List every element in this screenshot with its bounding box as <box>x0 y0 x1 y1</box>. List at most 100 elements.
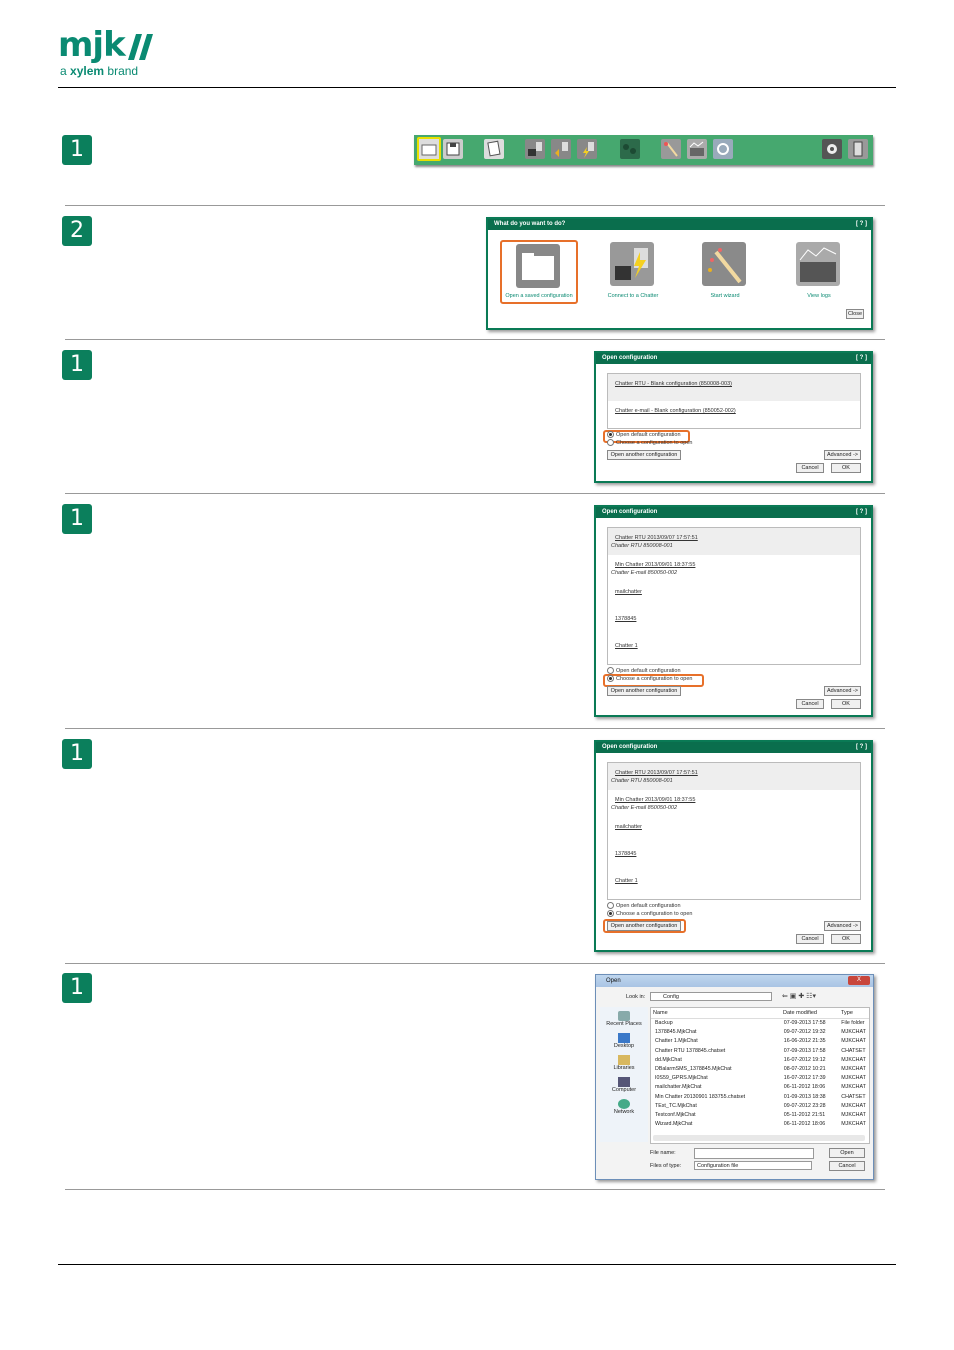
chatter-write-icon[interactable] <box>577 139 597 159</box>
file-row[interactable]: I0S59_GPRS.MjkChat 16-07-2012 17:39 MJKCHA… <box>651 1074 869 1083</box>
radio-icon[interactable] <box>607 675 614 683</box>
config-name[interactable]: Chatter 1 <box>608 642 860 650</box>
place-recent[interactable]: Recent Places <box>600 1011 648 1027</box>
list-item[interactable]: Chatter RTU 2013/09/07 17:57:51 Chatter R… <box>608 763 860 790</box>
cancel-button[interactable]: Cancel <box>796 463 824 473</box>
radio-icon[interactable] <box>607 902 614 910</box>
nav-icons[interactable]: ⇐ ▣ ✚ ☷▾ <box>782 992 822 1001</box>
phone-icon[interactable] <box>848 139 868 159</box>
network-icon[interactable] <box>620 139 640 159</box>
list-item[interactable]: mailchatter <box>608 817 860 844</box>
column-type[interactable]: Type <box>841 1008 869 1018</box>
open-button[interactable]: Open <box>829 1148 865 1158</box>
settings-icon[interactable] <box>822 139 842 159</box>
file-row[interactable]: Chatter 1.MjkChat 16-06-2012 21:35 MJKCHAT <box>651 1037 869 1046</box>
open-another-button[interactable]: Open another configuration <box>607 450 681 460</box>
file-row[interactable]: 1378845.MjkChat 09-07-2012 19:32 MJKCHAT <box>651 1028 869 1037</box>
cancel-button[interactable]: Cancel <box>796 699 824 709</box>
cancel-button[interactable]: Cancel <box>796 934 824 944</box>
radio-icon[interactable] <box>607 431 614 439</box>
list-item[interactable]: Chatter RTU - Blank configuration (85000… <box>608 374 860 401</box>
help-button[interactable]: [ ? ] <box>856 219 867 230</box>
column-name[interactable]: Name <box>651 1008 783 1018</box>
config-name[interactable]: Chatter RTU - Blank configuration (85000… <box>608 380 860 388</box>
file-row[interactable]: Backup 07-09-2013 17:58 File folder <box>651 1019 869 1028</box>
option-label[interactable]: Connect to a Chatter <box>596 293 670 299</box>
chatter-read-icon[interactable] <box>551 139 571 159</box>
properties-icon[interactable] <box>484 139 504 159</box>
option-label[interactable]: Start wizard <box>688 293 762 299</box>
logs-icon[interactable] <box>687 139 707 159</box>
file-row[interactable]: Testconf.MjkChat 05-11-2012 21:51 MJKCHAT <box>651 1111 869 1120</box>
place-libraries[interactable]: Libraries <box>600 1055 648 1071</box>
close-button[interactable]: Close <box>846 309 864 319</box>
start-wizard-icon[interactable] <box>702 242 746 286</box>
advanced-button[interactable]: Advanced -> <box>824 921 861 931</box>
ok-button[interactable]: OK <box>831 699 861 709</box>
connect-chatter-icon[interactable] <box>610 242 654 286</box>
close-icon[interactable]: X <box>848 976 870 985</box>
config-name[interactable]: 1378845 <box>608 850 860 858</box>
wizard-icon[interactable] <box>661 139 681 159</box>
file-row[interactable]: Chatter RTU 1378845.chatset 07-09-2013 17… <box>651 1047 869 1056</box>
file-row[interactable]: Min Chatter 20130901 183755.chatset 01-09… <box>651 1093 869 1102</box>
radio-icon[interactable] <box>607 910 614 918</box>
view-logs-icon[interactable] <box>796 242 840 286</box>
config-name[interactable]: mailchatter <box>608 588 860 596</box>
advanced-button[interactable]: Advanced -> <box>824 686 861 696</box>
config-name[interactable]: mailchatter <box>608 823 860 831</box>
radio-default[interactable]: Open default configuration <box>607 902 681 910</box>
file-name-input[interactable] <box>694 1148 814 1159</box>
config-name[interactable]: Chatter e-mail - Blank configuration (85… <box>608 407 860 415</box>
radio-choose[interactable]: Choose a configuration to open <box>607 675 692 683</box>
option-label[interactable]: View logs <box>782 293 856 299</box>
horizontal-scrollbar[interactable] <box>653 1135 865 1141</box>
place-network[interactable]: Network <box>600 1099 648 1115</box>
list-item[interactable]: Chatter 1 <box>608 636 860 663</box>
file-row[interactable]: TEst_TC.MjkChat 09-07-2012 23:28 MJKCHAT <box>651 1102 869 1111</box>
config-name[interactable]: Chatter RTU 2013/09/07 17:57:51 <box>608 534 860 542</box>
config-name[interactable]: 1378845 <box>608 615 860 623</box>
config-name[interactable]: Min Chatter 2013/09/01 18:37:55 <box>608 561 860 569</box>
file-row[interactable]: DBalarmSMS_1378845.MjkChat 08-07-2012 10:… <box>651 1065 869 1074</box>
cancel-button[interactable]: Cancel <box>829 1161 865 1171</box>
look-in-select[interactable]: Config <box>650 992 772 1001</box>
file-row[interactable]: mailchatter.MjkChat 06-11-2012 18:06 MJKCH… <box>651 1083 869 1092</box>
file-row[interactable]: Wizard.MjkChat 06-11-2012 18:06 MJKCHAT <box>651 1120 869 1129</box>
list-item[interactable]: Chatter e-mail - Blank configuration (85… <box>608 401 860 415</box>
radio-default[interactable]: Open default configuration <box>607 431 681 439</box>
save-icon[interactable] <box>443 139 463 159</box>
ok-button[interactable]: OK <box>831 463 861 473</box>
column-date[interactable]: Date modified <box>783 1008 841 1018</box>
list-item[interactable]: Min Chatter 2013/09/01 18:37:55 Chatter E… <box>608 790 860 817</box>
help-button[interactable]: [ ? ] <box>856 742 867 753</box>
list-item[interactable]: Chatter 1 <box>608 871 860 898</box>
open-folder-icon[interactable] <box>417 137 441 161</box>
list-item[interactable]: Chatter RTU 2013/09/07 17:57:51 Chatter R… <box>608 528 860 555</box>
radio-choose[interactable]: Choose a configuration to open <box>607 910 692 918</box>
refresh-icon[interactable] <box>713 139 733 159</box>
list-item[interactable]: mailchatter <box>608 582 860 609</box>
config-name[interactable]: Chatter RTU 2013/09/07 17:57:51 <box>608 769 860 777</box>
config-name[interactable]: Min Chatter 2013/09/01 18:37:55 <box>608 796 860 804</box>
place-computer[interactable]: Computer <box>600 1077 648 1093</box>
file-row[interactable]: dd.MjkChat 16-07-2012 19:12 MJKCHAT <box>651 1056 869 1065</box>
config-name[interactable]: Chatter 1 <box>608 877 860 885</box>
radio-icon[interactable] <box>607 439 614 447</box>
place-desktop[interactable]: Desktop <box>600 1033 648 1049</box>
open-saved-icon[interactable] <box>516 244 560 288</box>
list-item[interactable]: Min Chatter 2013/09/01 18:37:55 Chatter E… <box>608 555 860 582</box>
file-type-select[interactable]: Configuration file <box>694 1161 812 1170</box>
list-item[interactable]: 1378845 <box>608 844 860 871</box>
ok-button[interactable]: OK <box>831 934 861 944</box>
radio-icon[interactable] <box>607 667 614 675</box>
option-label[interactable]: Open a saved configuration <box>502 293 576 299</box>
open-another-button[interactable]: Open another configuration <box>607 686 681 696</box>
advanced-button[interactable]: Advanced -> <box>824 450 861 460</box>
help-button[interactable]: [ ? ] <box>856 507 867 518</box>
open-another-button[interactable]: Open another configuration <box>607 921 681 931</box>
list-item[interactable]: 1378845 <box>608 609 860 636</box>
chatter-connect-icon[interactable] <box>525 139 545 159</box>
radio-choose[interactable]: Choose a configuration to open <box>607 439 692 447</box>
help-button[interactable]: [ ? ] <box>856 353 867 364</box>
